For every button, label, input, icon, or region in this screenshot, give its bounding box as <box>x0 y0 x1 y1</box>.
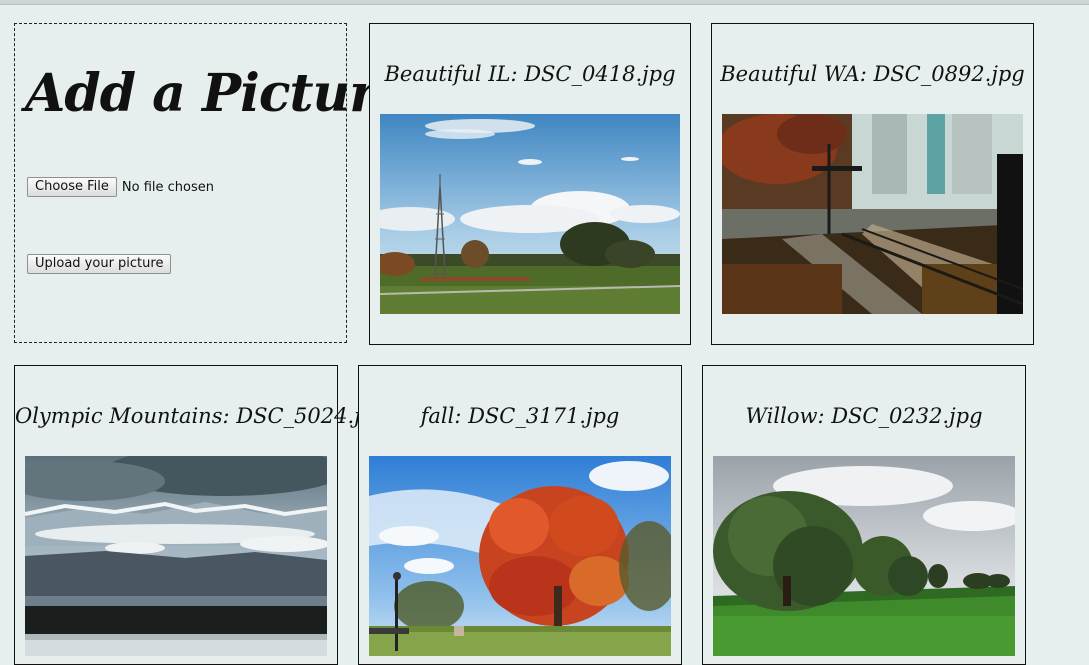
picture-image-autumn-tree <box>369 456 671 656</box>
picture-image-park-shadows <box>722 114 1023 314</box>
picture-image-landscape-tower <box>380 114 680 314</box>
upload-panel: Add a Picture: Choose File No file chose… <box>14 23 427 343</box>
picture-card: Olympic Mountains: DSC_5024.jpg <box>14 365 388 665</box>
picture-caption: Willow: DSC_0232.jpg <box>745 404 983 428</box>
picture-caption: fall: DSC_3171.jpg <box>420 404 620 428</box>
picture-card: fall: DSC_3171.jpg <box>358 365 682 665</box>
picture-image-willow-tree <box>713 456 1015 656</box>
file-status-text: No file chosen <box>121 179 214 195</box>
file-picker: Choose File No file chosen <box>27 177 214 197</box>
picture-caption: Beautiful IL: DSC_0418.jpg <box>384 62 676 86</box>
picture-card: Beautiful WA: DSC_0892.jpg <box>711 23 1034 345</box>
picture-caption: Olympic Mountains: DSC_5024.jpg <box>15 404 388 428</box>
picture-card: Beautiful IL: DSC_0418.jpg <box>369 23 691 345</box>
picture-card: Willow: DSC_0232.jpg <box>702 365 1026 665</box>
choose-file-button[interactable]: Choose File <box>27 177 117 197</box>
picture-caption: Beautiful WA: DSC_0892.jpg <box>720 62 1025 86</box>
browser-top-edge <box>0 0 1089 5</box>
picture-image-mountains <box>25 456 327 656</box>
upload-title: Add a Picture: <box>25 63 427 124</box>
upload-picture-button[interactable]: Upload your picture <box>27 254 172 274</box>
